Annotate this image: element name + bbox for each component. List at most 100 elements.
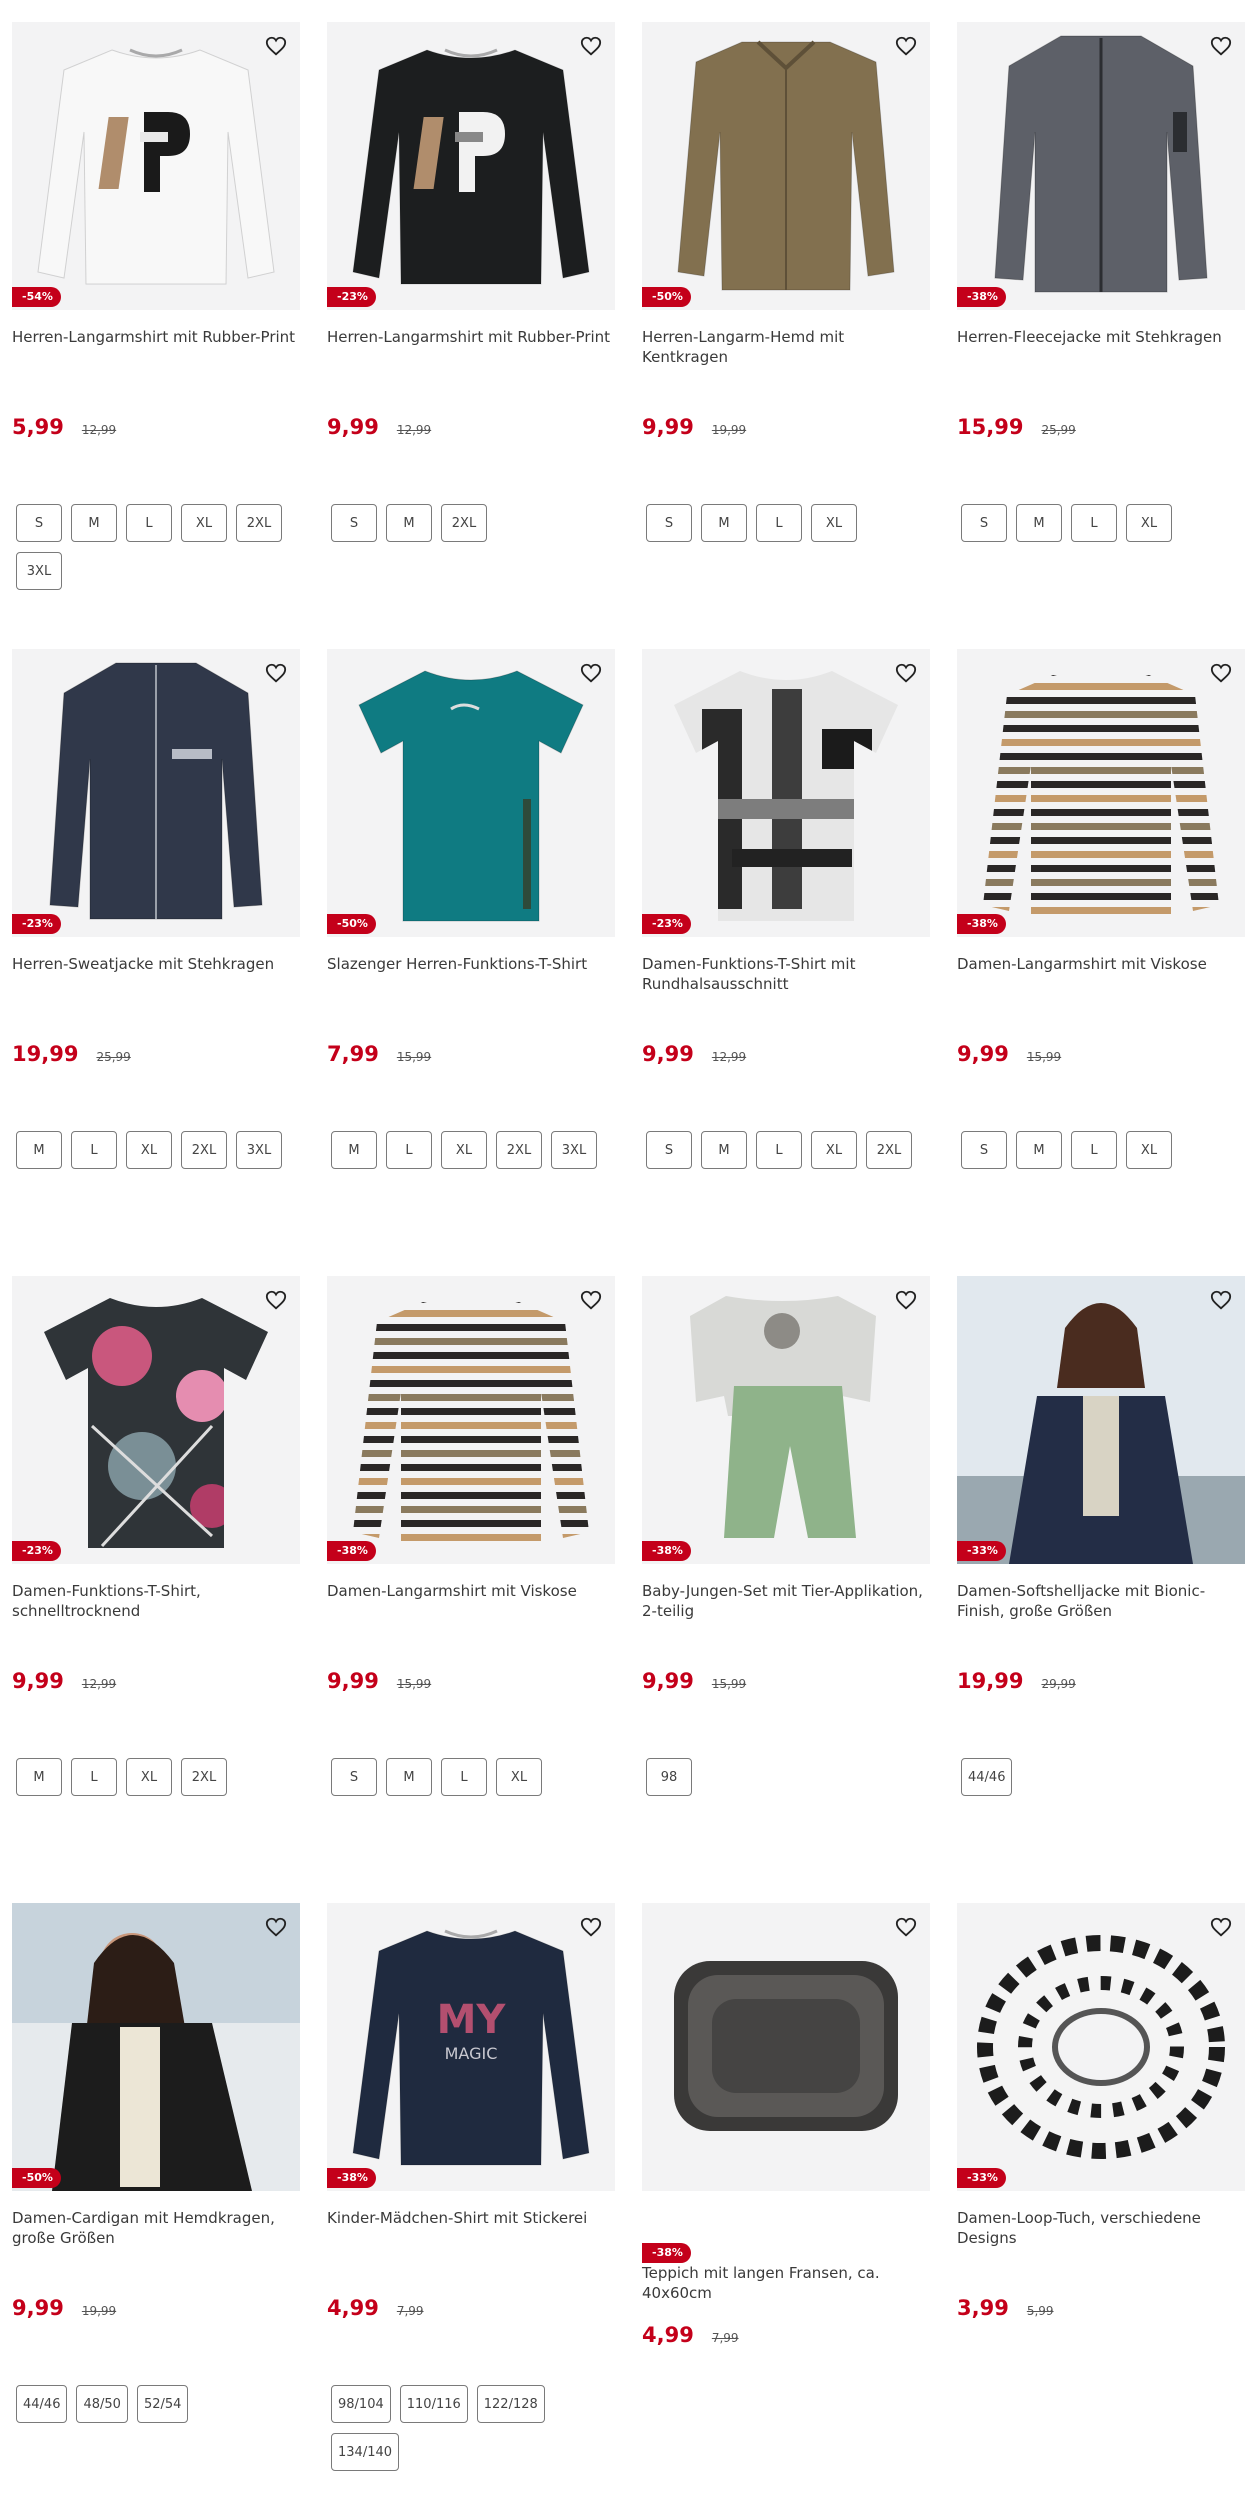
product-image[interactable] (327, 1276, 615, 1564)
size-option[interactable]: 44/46 (961, 1758, 1013, 1796)
product-card[interactable]: -38% Herren-Fleecejacke mit Stehkragen 15,… (957, 22, 1245, 622)
product-card[interactable]: -33% Damen-Softshelljacke mit Bionic-Fini… (957, 1276, 1245, 1876)
product-title[interactable]: Damen-Langarmshirt mit Viskose (327, 1581, 615, 1601)
size-option[interactable]: L (756, 504, 802, 542)
size-option[interactable]: M (386, 504, 432, 542)
size-option[interactable]: M (701, 504, 747, 542)
size-option[interactable]: S (961, 504, 1007, 542)
size-option[interactable]: 3XL (236, 1131, 282, 1169)
size-option[interactable]: M (71, 504, 117, 542)
product-image[interactable] (12, 1903, 300, 2191)
wishlist-heart-icon[interactable] (575, 30, 607, 62)
size-option[interactable]: 2XL (236, 504, 282, 542)
product-card[interactable]: -23% Damen-Funktions-T-Shirt, schnelltroc… (12, 1276, 300, 1876)
size-option[interactable]: L (71, 1758, 117, 1796)
size-option[interactable]: L (1071, 1131, 1117, 1169)
size-option[interactable]: M (16, 1131, 62, 1169)
size-option[interactable]: M (701, 1131, 747, 1169)
size-option[interactable]: S (331, 504, 377, 542)
product-image[interactable] (642, 1276, 930, 1564)
size-option[interactable]: 2XL (496, 1131, 542, 1169)
size-option[interactable]: 52/54 (136, 2385, 189, 2423)
product-image[interactable] (327, 649, 615, 937)
product-card[interactable]: -23% Herren-Langarmshirt mit Rubber-Print… (327, 22, 615, 622)
product-card[interactable]: -38% Baby-Jungen-Set mit Tier-Applikation… (642, 1276, 930, 1876)
product-card[interactable]: -23% Herren-Sweatjacke mit Stehkragen 19,9… (12, 649, 300, 1249)
product-image[interactable]: MY MAGIC (327, 1903, 615, 2191)
size-option[interactable]: M (386, 1758, 432, 1796)
product-title[interactable]: Damen-Funktions-T-Shirt, schnelltrocknen… (12, 1581, 300, 1621)
product-title[interactable]: Damen-Funktions-T-Shirt mit Rundhalsauss… (642, 954, 930, 994)
size-option[interactable]: M (1016, 1131, 1062, 1169)
wishlist-heart-icon[interactable] (1205, 657, 1237, 689)
size-option[interactable]: S (961, 1131, 1007, 1169)
product-title[interactable]: Herren-Langarm-Hemd mit Kentkragen (642, 327, 930, 367)
size-option[interactable]: XL (496, 1758, 542, 1796)
size-option[interactable]: 98 (646, 1758, 692, 1796)
size-option[interactable]: 98/104 (331, 2385, 391, 2423)
size-option[interactable]: XL (181, 504, 227, 542)
size-option[interactable]: 2XL (181, 1758, 227, 1796)
size-option[interactable]: M (1016, 504, 1062, 542)
product-title[interactable]: Kinder-Mädchen-Shirt mit Stickerei (327, 2208, 615, 2228)
product-title[interactable]: Herren-Langarmshirt mit Rubber-Print (12, 327, 300, 347)
wishlist-heart-icon[interactable] (1205, 30, 1237, 62)
product-card[interactable]: -54% Herren-Langarmshirt mit Rubber-Print… (12, 22, 300, 622)
product-image[interactable] (957, 649, 1245, 937)
size-option[interactable]: L (441, 1758, 487, 1796)
product-card[interactable]: -50% Slazenger Herren-Funktions-T-Shirt 7,… (327, 649, 615, 1249)
product-image[interactable] (642, 22, 930, 310)
size-option[interactable]: L (71, 1131, 117, 1169)
product-card[interactable]: -38% Damen-Langarmshirt mit Viskose 9,99 15… (957, 649, 1245, 1249)
wishlist-heart-icon[interactable] (1205, 1911, 1237, 1943)
wishlist-heart-icon[interactable] (260, 1911, 292, 1943)
product-title[interactable]: Teppich mit langen Fransen, ca. 40x60cm (642, 2263, 930, 2303)
wishlist-heart-icon[interactable] (260, 1284, 292, 1316)
wishlist-heart-icon[interactable] (575, 657, 607, 689)
product-image[interactable] (12, 1276, 300, 1564)
product-image[interactable] (642, 649, 930, 937)
size-option[interactable]: 48/50 (76, 2385, 128, 2423)
size-option[interactable]: S (16, 504, 62, 542)
product-card[interactable]: -38% Damen-Langarmshirt mit Viskose 9,99 15… (327, 1276, 615, 1876)
wishlist-heart-icon[interactable] (890, 657, 922, 689)
size-option[interactable]: XL (1126, 1131, 1172, 1169)
size-option[interactable]: XL (811, 1131, 857, 1169)
product-card[interactable]: -33% Damen-Loop-Tuch, verschiedene Design… (957, 1903, 1245, 2503)
product-card[interactable]: -38% Teppich mit langen Fransen, ca. 40x6… (642, 1903, 930, 2503)
size-option[interactable]: L (386, 1131, 432, 1169)
size-option[interactable]: 122/128 (476, 2385, 545, 2423)
product-title[interactable]: Herren-Fleecejacke mit Stehkragen (957, 327, 1245, 347)
wishlist-heart-icon[interactable] (575, 1911, 607, 1943)
size-option[interactable]: XL (126, 1131, 172, 1169)
wishlist-heart-icon[interactable] (260, 30, 292, 62)
product-title[interactable]: Baby-Jungen-Set mit Tier-Applikation, 2-… (642, 1581, 930, 1621)
size-option[interactable]: L (1071, 504, 1117, 542)
size-option[interactable]: XL (441, 1131, 487, 1169)
product-image[interactable] (957, 1276, 1245, 1564)
product-card[interactable]: -50% Damen-Cardigan mit Hemdkragen, große… (12, 1903, 300, 2503)
size-option[interactable]: 3XL (551, 1131, 597, 1169)
size-option[interactable]: 2XL (441, 504, 487, 542)
size-option[interactable]: XL (126, 1758, 172, 1796)
size-option[interactable]: 2XL (866, 1131, 912, 1169)
product-title[interactable]: Damen-Langarmshirt mit Viskose (957, 954, 1245, 974)
wishlist-heart-icon[interactable] (575, 1284, 607, 1316)
size-option[interactable]: L (756, 1131, 802, 1169)
wishlist-heart-icon[interactable] (890, 1284, 922, 1316)
product-title[interactable]: Damen-Softshelljacke mit Bionic-Finish, … (957, 1581, 1245, 1621)
product-image[interactable] (327, 22, 615, 310)
product-image[interactable] (12, 22, 300, 310)
product-card[interactable]: -23% Damen-Funktions-T-Shirt mit Rundhals… (642, 649, 930, 1249)
product-title[interactable]: Slazenger Herren-Funktions-T-Shirt (327, 954, 615, 974)
product-title[interactable]: Damen-Cardigan mit Hemdkragen, große Grö… (12, 2208, 300, 2248)
size-option[interactable]: S (646, 1131, 692, 1169)
product-card[interactable]: -50% Herren-Langarm-Hemd mit Kentkragen 9,… (642, 22, 930, 622)
size-option[interactable]: 3XL (16, 552, 62, 590)
wishlist-heart-icon[interactable] (890, 1911, 922, 1943)
size-option[interactable]: 134/140 (331, 2433, 400, 2471)
product-title[interactable]: Damen-Loop-Tuch, verschiedene Designs (957, 2208, 1245, 2248)
wishlist-heart-icon[interactable] (260, 657, 292, 689)
size-option[interactable]: M (16, 1758, 62, 1796)
wishlist-heart-icon[interactable] (890, 30, 922, 62)
